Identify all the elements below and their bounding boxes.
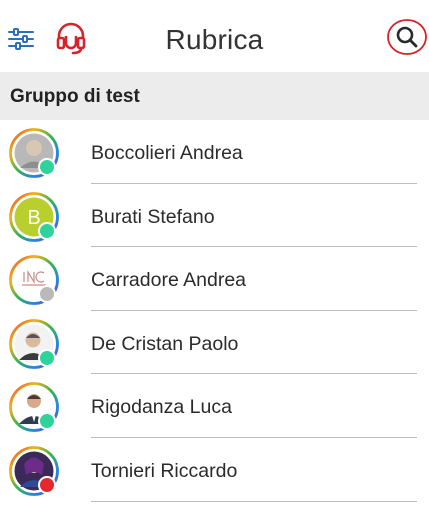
contact-name: Tornieri Riccardo	[91, 459, 238, 482]
avatar	[9, 128, 59, 178]
status-dot	[38, 221, 56, 240]
contact-row[interactable]: Carradore Andrea	[0, 247, 429, 311]
contact-name: Boccolieri Andrea	[91, 142, 243, 164]
contact-row[interactable]: B Burati Stefano	[0, 184, 429, 248]
status-dot	[38, 348, 56, 367]
avatar	[9, 382, 59, 433]
status-dot	[38, 475, 56, 494]
contact-name: Rigodanza Luca	[91, 396, 232, 419]
contact-name: Burati Stefano	[91, 205, 215, 228]
status-dot	[38, 158, 56, 176]
avatar	[9, 318, 59, 369]
contacts-screen: Rubrica Gruppo di test Boccolieri Andrea	[0, 0, 429, 512]
avatar	[9, 446, 59, 496]
row-divider	[91, 500, 417, 502]
group-header: Gruppo di test	[0, 72, 429, 120]
avatar: B	[9, 191, 59, 242]
contact-name: De Cristan Paolo	[91, 332, 239, 355]
status-dot	[38, 412, 56, 431]
avatar-initial: B	[27, 207, 40, 229]
app-header: Rubrica	[0, 0, 429, 72]
contact-row[interactable]: Boccolieri Andrea	[0, 120, 429, 184]
avatar	[9, 255, 59, 306]
group-title: Gruppo di test	[10, 86, 140, 107]
contact-list: Boccolieri Andrea B Burati Stefano Carra…	[0, 120, 429, 502]
contact-name: Carradore Andrea	[91, 269, 247, 292]
page-title: Rubrica	[165, 24, 264, 55]
search-button[interactable]	[386, 17, 428, 57]
status-dot	[38, 285, 56, 304]
search-icon	[396, 26, 418, 48]
contact-row[interactable]: Tornieri Riccardo	[0, 438, 429, 502]
contact-row[interactable]: Rigodanza Luca	[0, 374, 429, 438]
contact-row[interactable]: De Cristan Paolo	[0, 311, 429, 375]
